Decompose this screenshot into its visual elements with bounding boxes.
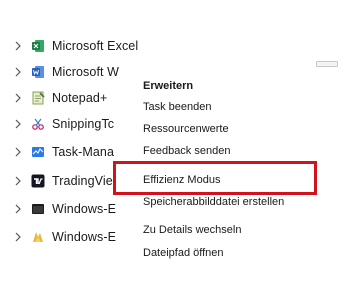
chevron-right-icon[interactable] <box>14 118 22 130</box>
chevron-right-icon[interactable] <box>14 203 22 215</box>
menu-item-erweitern[interactable]: Erweitern <box>143 80 193 92</box>
process-name: SnippingTc <box>52 117 115 131</box>
chevron-right-icon[interactable] <box>14 92 22 104</box>
process-row-windows-explorer[interactable]: Windows-E <box>0 196 140 222</box>
snipping-tool-icon <box>31 117 45 131</box>
toolbar-stub <box>316 61 338 67</box>
windows-explorer-icon <box>31 202 45 216</box>
menu-item-zu-details-wechseln[interactable]: Zu Details wechseln <box>143 224 241 236</box>
windows-explorer-folder-icon <box>31 230 45 244</box>
process-name: Notepad+ <box>52 91 108 105</box>
process-name: TradingVie <box>52 174 113 188</box>
excel-icon <box>31 39 45 53</box>
task-manager-view: Microsoft Excel Microsoft W Notepad+ Sni… <box>0 0 350 300</box>
process-name: Windows-E <box>52 230 117 244</box>
menu-item-dateipfad-oeffnen[interactable]: Dateipfad öffnen <box>143 247 224 259</box>
process-row-excel[interactable]: Microsoft Excel <box>0 33 140 59</box>
chevron-right-icon[interactable] <box>14 66 22 78</box>
process-row-word[interactable]: Microsoft W <box>0 59 140 85</box>
process-name: Task-Mana <box>52 145 115 159</box>
chevron-right-icon[interactable] <box>14 175 22 187</box>
chevron-right-icon[interactable] <box>14 231 22 243</box>
process-name: Microsoft W <box>52 65 120 79</box>
task-manager-icon <box>31 145 45 159</box>
notepad-icon <box>31 91 45 105</box>
tradingview-icon <box>31 174 45 188</box>
process-row-snipping-tool[interactable]: SnippingTc <box>0 111 140 137</box>
process-name: Windows-E <box>52 202 117 216</box>
process-row-tradingview[interactable]: TradingVie <box>0 168 140 194</box>
chevron-right-icon[interactable] <box>14 146 22 158</box>
menu-item-speicherabbilddatei-erstellen[interactable]: Speicherabbilddatei erstellen <box>143 196 284 208</box>
menu-item-ressourcenwerte[interactable]: Ressourcenwerte <box>143 123 229 135</box>
menu-item-effizienz-modus[interactable]: Effizienz Modus <box>143 174 220 186</box>
menu-item-task-beenden[interactable]: Task beenden <box>143 101 212 113</box>
context-menu: Erweitern Task beenden Ressourcenwerte F… <box>127 70 307 270</box>
process-row-task-manager[interactable]: Task-Mana <box>0 139 140 165</box>
chevron-right-icon[interactable] <box>14 40 22 52</box>
word-icon <box>31 65 45 79</box>
process-row-windows-explorer-2[interactable]: Windows-E <box>0 224 140 250</box>
menu-item-feedback-senden[interactable]: Feedback senden <box>143 145 230 157</box>
process-row-notepad[interactable]: Notepad+ <box>0 85 140 111</box>
process-name: Microsoft Excel <box>52 39 139 53</box>
